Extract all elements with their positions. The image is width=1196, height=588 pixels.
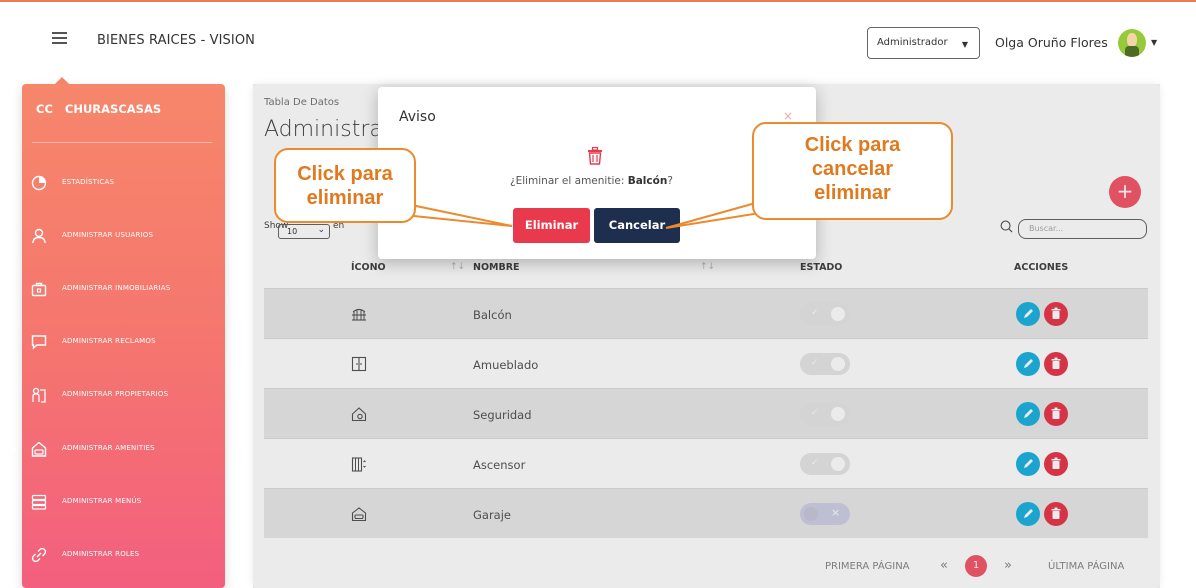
top-navbar: BIENES RAICES - VISION Administrador ▼ O… xyxy=(0,0,1196,70)
caret-down-icon: ▼ xyxy=(961,40,968,49)
role-select[interactable]: Administrador ▼ xyxy=(867,27,980,59)
sidebar-item-roles[interactable]: ADMINISTRAR ROLES xyxy=(22,544,225,570)
user-name[interactable]: Olga Oruño Flores xyxy=(995,35,1108,50)
sidebar-item-label: ADMINISTRAR RECLAMOS xyxy=(62,337,156,345)
sidebar-item-menus[interactable]: ADMINISTRAR MENÚS xyxy=(22,491,225,517)
avatar-caret-down-icon[interactable]: ▼ xyxy=(1151,38,1157,47)
sidebar-item-usuarios[interactable]: ADMINISTRAR USUARIOS xyxy=(22,225,225,251)
sidebar-item-label: ADMINISTRAR ROLES xyxy=(62,550,140,558)
confirm-delete-button[interactable]: Eliminar xyxy=(513,208,590,243)
cancel-button[interactable]: Cancelar xyxy=(594,208,680,243)
menu-hamburger-icon[interactable] xyxy=(52,32,67,45)
annotation-callout-cancel: Click para cancelar eliminar xyxy=(752,122,953,220)
sidebar-item-label: ADMINISTRAR INMOBILIARIAS xyxy=(62,284,171,292)
active-indicator xyxy=(11,446,16,451)
confirm-delete-modal: Aviso × ¿Eliminar el amenitie: Balcón? E… xyxy=(378,87,816,259)
sidebar-item-label: ADMINISTRAR MENÚS xyxy=(62,497,142,505)
user-icon xyxy=(32,228,46,244)
chart-pie-icon xyxy=(31,175,47,191)
owner-icon xyxy=(32,387,46,403)
avatar[interactable] xyxy=(1118,29,1146,57)
modal-message: ¿Eliminar el amenitie: Balcón? xyxy=(510,175,673,187)
sidebar-item-inmobiliarias[interactable]: ADMINISTRAR INMOBILIARIAS xyxy=(22,278,225,304)
chat-icon xyxy=(31,335,47,350)
server-stack-icon xyxy=(31,494,47,510)
sidebar-item-label: ADMINISTRAR AMENITIES xyxy=(62,444,155,452)
brand-short: CC xyxy=(36,102,53,116)
link-icon xyxy=(31,547,47,563)
modal-title: Aviso xyxy=(399,109,436,125)
annotation-callout-delete: Click para eliminar xyxy=(274,148,416,223)
briefcase-icon xyxy=(31,282,47,297)
role-select-value: Administrador xyxy=(877,37,948,48)
brand-name: CHURASCASAS xyxy=(64,102,162,116)
sidebar-brand[interactable]: CC CHURASCASAS xyxy=(36,102,161,116)
sidebar-item-estadisticas[interactable]: ESTADÍSTICAS xyxy=(22,172,225,198)
trash-icon xyxy=(588,147,602,165)
sidebar-item-reclamos[interactable]: ADMINISTRAR RECLAMOS xyxy=(22,331,225,357)
close-icon[interactable]: × xyxy=(783,109,793,123)
app-title: BIENES RAICES - VISION xyxy=(97,33,255,48)
sidebar: CC CHURASCASAS ESTADÍSTICAS ADMINISTRAR U… xyxy=(11,84,225,588)
sidebar-item-label: ESTADÍSTICAS xyxy=(62,178,115,186)
sidebar-item-propietarios[interactable]: ADMINISTRAR PROPIETARIOS xyxy=(22,384,225,410)
modal-item-name: Balcón xyxy=(627,175,668,187)
sidebar-item-amenities[interactable]: ADMINISTRAR AMENITIES xyxy=(11,438,225,464)
car-garage-icon xyxy=(31,441,47,457)
sidebar-divider xyxy=(32,142,212,143)
sidebar-item-label: ADMINISTRAR PROPIETARIOS xyxy=(62,390,169,398)
sidebar-item-label: ADMINISTRAR USUARIOS xyxy=(62,231,154,239)
